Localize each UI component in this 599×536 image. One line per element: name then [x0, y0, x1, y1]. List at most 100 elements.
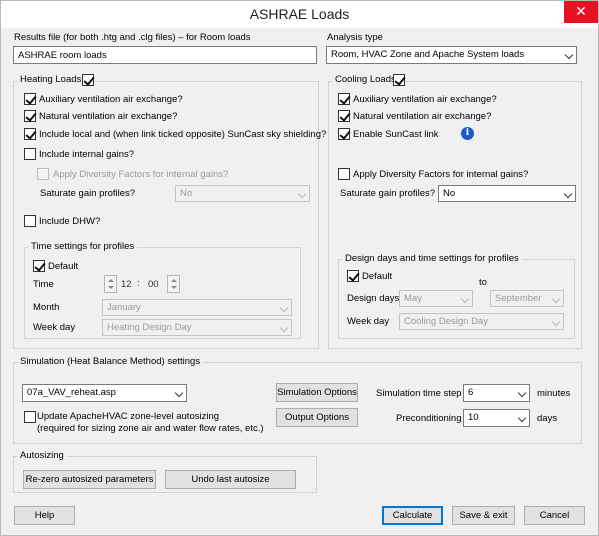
rezero-autosized-button[interactable]: Re-zero autosized parameters	[23, 470, 156, 489]
design-day-to-select[interactable]: September	[490, 290, 564, 307]
timestep-select[interactable]: 6	[463, 384, 530, 402]
cooling-loads-checkbox[interactable]	[393, 74, 405, 86]
heating-time-label: Time	[33, 279, 54, 290]
chevron-down-icon	[279, 303, 289, 313]
cooling-diversity-checkbox[interactable]	[338, 168, 350, 180]
cooling-diversity-label: Apply Diversity Factors for internal gai…	[353, 169, 529, 180]
chevron-down-icon	[174, 388, 184, 398]
chevron-down-icon	[551, 317, 561, 327]
update-autosizing-label-1: Update ApacheHVAC zone-level autosizing	[37, 411, 220, 422]
analysis-type-select[interactable]: Room, HVAC Zone and Apache System loads	[326, 46, 577, 64]
update-autosizing-label-2: (required for sizing zone air and water …	[37, 423, 264, 434]
cooling-weekday-select[interactable]: Cooling Design Day	[399, 313, 564, 330]
preconditioning-label: Preconditioning	[396, 413, 462, 424]
cooling-saturate-select[interactable]: No	[438, 185, 576, 202]
chevron-down-icon	[460, 294, 470, 304]
minute-spinner[interactable]	[167, 275, 180, 293]
cancel-button[interactable]: Cancel	[524, 506, 585, 525]
system-file-select[interactable]: 07a_VAV_reheat.asp	[22, 384, 187, 402]
timestep-label: Simulation time step	[376, 388, 462, 399]
info-icon[interactable]: i	[461, 127, 474, 140]
preconditioning-value: 10	[468, 412, 479, 423]
cooling-saturate-value: No	[443, 188, 456, 199]
heating-saturate-label: Saturate gain profiles?	[40, 188, 136, 199]
simulation-title: Simulation (Heat Balance Method) setting…	[17, 356, 204, 368]
heating-month-select[interactable]: January	[102, 299, 292, 316]
simulation-options-button[interactable]: Simulation Options	[276, 383, 358, 402]
cooling-nat-vent-checkbox[interactable]	[338, 110, 350, 122]
heating-aux-vent-checkbox[interactable]	[24, 93, 36, 105]
results-file-input[interactable]: ASHRAE room loads	[13, 46, 317, 64]
heating-dhw-label: Include DHW?	[39, 216, 101, 227]
heating-nat-vent-label: Natural ventilation air exchange?	[39, 111, 178, 122]
chevron-down-icon	[279, 323, 289, 333]
timestep-unit: minutes	[537, 388, 571, 399]
cooling-aux-vent-checkbox[interactable]	[338, 93, 350, 105]
cooling-weekday-value: Cooling Design Day	[404, 316, 488, 327]
design-day-from-select[interactable]: May	[399, 290, 473, 307]
cooling-loads-title: Cooling Loads	[332, 74, 399, 86]
chevron-down-icon	[517, 413, 527, 423]
heating-saturate-select[interactable]: No	[175, 185, 310, 202]
heating-weekday-value: Heating Design Day	[107, 322, 192, 333]
autosizing-title: Autosizing	[17, 450, 67, 462]
close-button[interactable]: ✕	[564, 1, 598, 23]
calculate-button[interactable]: Calculate	[382, 506, 443, 525]
analysis-type-label: Analysis type	[327, 32, 383, 43]
heating-month-label: Month	[33, 302, 60, 313]
cooling-saturate-label: Saturate gain profiles?	[340, 188, 436, 199]
preconditioning-select[interactable]: 10	[463, 409, 530, 427]
heating-weekday-select[interactable]: Heating Design Day	[102, 319, 292, 336]
spin-up-icon	[108, 279, 114, 282]
chevron-down-icon	[551, 294, 561, 304]
spin-down-icon	[171, 286, 177, 289]
cooling-weekday-label: Week day	[347, 316, 390, 327]
system-file-value: 07a_VAV_reheat.asp	[27, 387, 116, 398]
heating-internal-gains-label: Include internal gains?	[39, 149, 135, 160]
preconditioning-unit: days	[537, 413, 558, 424]
heating-weekday-label: Week day	[33, 322, 76, 333]
heating-aux-vent-label: Auxiliary ventilation air exchange?	[39, 94, 183, 105]
heating-diversity-label: Apply Diversity Factors for internal gai…	[53, 169, 229, 180]
heating-month-value: January	[107, 302, 141, 313]
heating-default-checkbox[interactable]	[33, 260, 45, 272]
window-title: ASHRAE Loads	[249, 6, 350, 22]
time-separator: :	[137, 278, 140, 289]
output-options-button[interactable]: Output Options	[276, 408, 358, 427]
heating-saturate-value: No	[180, 188, 193, 199]
undo-autosize-button[interactable]: Undo last autosize	[165, 470, 296, 489]
hour-value: 12	[121, 279, 132, 290]
design-days-label: Design days	[347, 293, 400, 304]
design-day-from-value: May	[404, 293, 422, 304]
cooling-nat-vent-label: Natural ventilation air exchange?	[353, 111, 492, 122]
cooling-default-label: Default	[362, 271, 393, 282]
chevron-down-icon	[517, 388, 527, 398]
heating-loads-checkbox[interactable]	[82, 74, 94, 86]
heating-loads-title: Heating Loads	[17, 74, 85, 86]
close-icon: ✕	[575, 3, 587, 19]
heating-default-label: Default	[48, 261, 79, 272]
to-label: to	[479, 277, 487, 288]
spin-down-icon	[108, 286, 114, 289]
spin-up-icon	[171, 279, 177, 282]
design-day-to-value: September	[495, 293, 542, 304]
heating-diversity-checkbox[interactable]	[37, 168, 49, 180]
chevron-down-icon	[564, 50, 574, 60]
help-button[interactable]: Help	[14, 506, 75, 525]
cooling-aux-vent-label: Auxiliary ventilation air exchange?	[353, 94, 497, 105]
timestep-value: 6	[468, 387, 474, 398]
title-bar: ASHRAE Loads ✕	[1, 1, 598, 28]
ashrae-loads-dialog: ASHRAE Loads ✕ Results file (for both .h…	[0, 0, 599, 536]
save-exit-button[interactable]: Save & exit	[452, 506, 515, 525]
cooling-suncast-label: Enable SunCast link	[353, 129, 439, 140]
heating-dhw-checkbox[interactable]	[24, 215, 36, 227]
heating-nat-vent-checkbox[interactable]	[24, 110, 36, 122]
hour-spinner[interactable]	[104, 275, 117, 293]
update-autosizing-checkbox[interactable]	[24, 411, 36, 423]
cooling-suncast-checkbox[interactable]	[338, 128, 350, 140]
heating-time-settings-title: Time settings for profiles	[28, 241, 138, 253]
minute-value: 00	[148, 279, 159, 290]
cooling-default-checkbox[interactable]	[347, 270, 359, 282]
heating-suncast-checkbox[interactable]	[24, 128, 36, 140]
heating-internal-gains-checkbox[interactable]	[24, 148, 36, 160]
